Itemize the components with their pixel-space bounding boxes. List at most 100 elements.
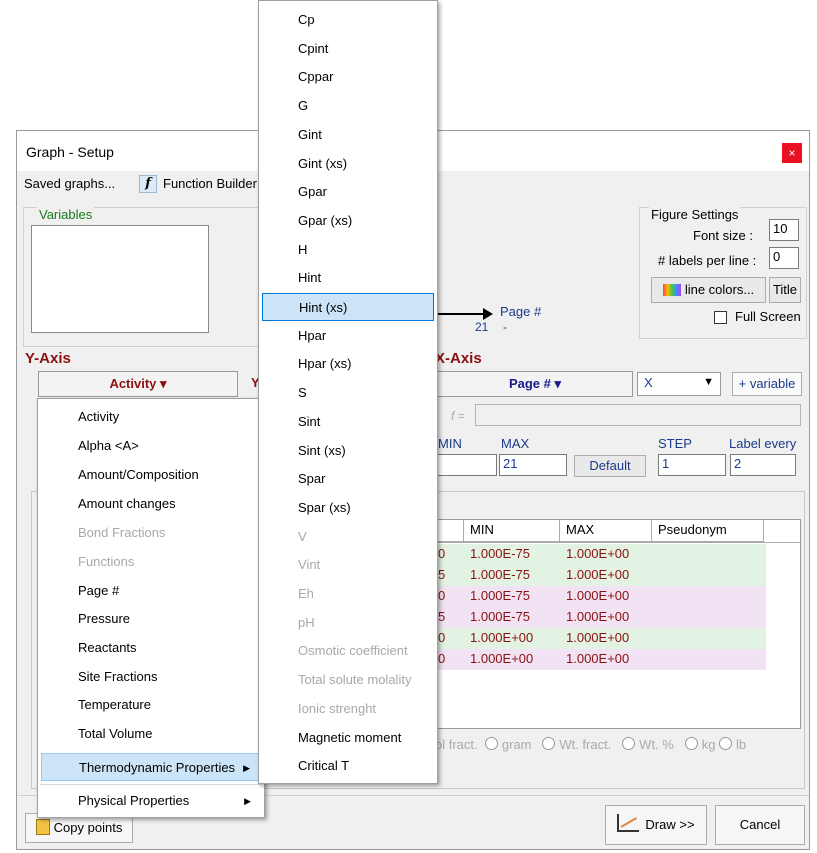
- thermo-menu-item-g[interactable]: G: [262, 92, 434, 120]
- menu-item-label: Thermodynamic Properties: [79, 760, 236, 775]
- rainbow-icon: [662, 284, 681, 296]
- title-button[interactable]: Title: [769, 277, 801, 303]
- draw-label: Draw >>: [645, 817, 695, 832]
- menu-item-label: Spar (xs): [298, 499, 351, 515]
- thermo-menu-item-magnetic-moment[interactable]: Magnetic moment: [262, 724, 434, 752]
- full-screen-checkbox[interactable]: [714, 311, 727, 324]
- menu-item-label: Cppar: [298, 69, 334, 85]
- thermo-menu-item-critical-t[interactable]: Critical T: [262, 752, 434, 780]
- min-cell: 1.000E-75: [470, 567, 530, 582]
- y-menu-item-thermodynamic-properties[interactable]: Thermodynamic Properties ▶: [41, 753, 261, 781]
- y-menu-item-total-volume[interactable]: Total Volume: [41, 720, 261, 748]
- max-cell: 1.000E+00: [566, 651, 630, 666]
- table-row[interactable]: 5 1.000E-75 1.000E+00: [436, 565, 766, 586]
- chart-icon: [617, 814, 640, 832]
- thermo-menu-item-cp[interactable]: Cp: [262, 6, 434, 34]
- menu-item-label: Osmotic coefficient: [298, 643, 408, 659]
- line-colors-button[interactable]: line colors...: [651, 277, 766, 303]
- y-menu-item-amount-composition[interactable]: Amount/Composition: [41, 461, 261, 489]
- series-table[interactable]: MIN MAX Pseudonym 0 1.000E-75 1.000E+00 5 1.…: [435, 519, 801, 729]
- table-row[interactable]: 0 1.000E+00 1.000E+00: [436, 649, 766, 670]
- submenu-arrow-icon: ▶: [244, 796, 251, 806]
- step-input[interactable]: 1: [658, 454, 726, 476]
- y-menu-item-temperature[interactable]: Temperature: [41, 691, 261, 719]
- thermo-menu-item-sint[interactable]: Sint: [262, 408, 434, 436]
- thermo-menu-item-h[interactable]: H: [262, 236, 434, 264]
- add-variable-button[interactable]: + variable: [732, 372, 802, 396]
- saved-graphs-menu[interactable]: Saved graphs...: [24, 176, 115, 191]
- thermo-menu-item-hint-xs[interactable]: Hint (xs): [262, 293, 434, 321]
- table-row[interactable]: 0 1.000E+00 1.000E+00: [436, 628, 766, 649]
- cancel-button[interactable]: Cancel: [715, 805, 805, 845]
- table-row[interactable]: 5 1.000E-75 1.000E+00: [436, 607, 766, 628]
- table-header-pseudonym[interactable]: Pseudonym: [652, 520, 764, 542]
- menu-item-label: Gpar (xs): [298, 212, 353, 228]
- preview-arrow-line: [435, 313, 485, 315]
- unit-wt-pct-radio[interactable]: [622, 737, 636, 750]
- thermo-menu-item-hpar-xs[interactable]: Hpar (xs): [262, 350, 434, 378]
- y-menu-item-pressure[interactable]: Pressure: [41, 605, 261, 633]
- thermo-menu-item-gpar-xs[interactable]: Gpar (xs): [262, 207, 434, 235]
- thermo-menu-item-vint: Vint: [262, 551, 434, 579]
- thermo-menu-item-cpint[interactable]: Cpint: [262, 35, 434, 63]
- thermo-menu-item-cppar[interactable]: Cppar: [262, 63, 434, 91]
- thermo-menu-item-osmotic-coefficient: Osmotic coefficient: [262, 637, 434, 665]
- labels-per-line-input[interactable]: 0: [769, 247, 799, 269]
- close-button[interactable]: ×: [782, 143, 802, 163]
- clipboard-icon: [35, 819, 50, 835]
- menu-item-label: Activity: [78, 409, 120, 424]
- default-button[interactable]: Default: [574, 455, 646, 477]
- menu-item-label: Hint (xs): [299, 300, 348, 315]
- thermo-menu-item-s[interactable]: S: [262, 379, 434, 407]
- y-menu-item-reactants[interactable]: Reactants: [41, 634, 261, 662]
- thermo-menu-item-gint-xs[interactable]: Gint (xs): [262, 150, 434, 178]
- thermo-menu-item-spar-xs[interactable]: Spar (xs): [262, 494, 434, 522]
- thermo-menu-item-total-solute-molality: Total solute molality: [262, 666, 434, 694]
- table-header-min[interactable]: MIN: [464, 520, 560, 542]
- menu-item-label: H: [298, 241, 308, 257]
- x-variable-select[interactable]: X ▼: [637, 372, 721, 396]
- y-menu-item-site-fractions[interactable]: Site Fractions: [41, 663, 261, 691]
- unit-gram-radio[interactable]: [484, 737, 498, 750]
- row-index-cell: 0: [438, 588, 446, 603]
- y-menu-item-activity[interactable]: Activity: [41, 403, 261, 431]
- y-axis-dropdown[interactable]: Activity ▾: [38, 371, 238, 397]
- y-menu-item-page[interactable]: Page #: [41, 577, 261, 605]
- table-header-blank: [436, 520, 464, 542]
- function-builder-menu[interactable]: Function Builder: [163, 176, 257, 191]
- min-cell: 1.000E+00: [470, 630, 534, 645]
- min-label: MIN: [438, 436, 462, 451]
- thermo-menu-item-spar[interactable]: Spar: [262, 465, 434, 493]
- table-header-max[interactable]: MAX: [560, 520, 652, 542]
- thermo-menu-item-gint[interactable]: Gint: [262, 121, 434, 149]
- thermo-menu-item-sint-xs[interactable]: Sint (xs): [262, 437, 434, 465]
- table-row[interactable]: 0 1.000E-75 1.000E+00: [436, 586, 766, 607]
- x-axis-dropdown[interactable]: Page # ▾: [437, 371, 633, 397]
- thermo-menu-item-hint[interactable]: Hint: [262, 264, 434, 292]
- y-menu-item-physical-properties[interactable]: Physical Properties ▶: [41, 787, 261, 815]
- thermo-properties-menu: Cp Cpint Cppar G Gint Gint (xs) Gpar Gpar (xs) H…: [258, 0, 438, 784]
- unit-lb-radio[interactable]: [719, 737, 733, 750]
- max-input[interactable]: 21: [499, 454, 567, 476]
- unit-wt-fract-radio[interactable]: [542, 737, 556, 750]
- preview-dash: -: [503, 320, 507, 334]
- thermo-menu-item-hpar[interactable]: Hpar: [262, 322, 434, 350]
- table-row[interactable]: 0 1.000E-75 1.000E+00: [436, 544, 766, 565]
- font-size-input[interactable]: 10: [769, 219, 799, 241]
- variables-list[interactable]: [31, 225, 209, 333]
- menu-item-label: Gint: [298, 126, 322, 142]
- menu-item-label: S: [298, 385, 307, 401]
- y-menu-item-amount-changes[interactable]: Amount changes: [41, 490, 261, 518]
- min-input[interactable]: [437, 454, 497, 476]
- menu-item-label: Site Fractions: [78, 669, 158, 684]
- function-input[interactable]: [475, 404, 801, 426]
- draw-button[interactable]: Draw >>: [605, 805, 707, 845]
- y-menu-item-alpha-a[interactable]: Alpha <A>: [41, 432, 261, 460]
- menu-item-label: Vint: [298, 557, 321, 573]
- y-menu-item-functions: Functions: [41, 548, 261, 576]
- unit-kg-radio[interactable]: [684, 737, 698, 750]
- thermo-menu-item-v: V: [262, 523, 434, 551]
- label-every-input[interactable]: 2: [730, 454, 796, 476]
- thermo-menu-item-gpar[interactable]: Gpar: [262, 178, 434, 206]
- max-label: MAX: [501, 436, 530, 451]
